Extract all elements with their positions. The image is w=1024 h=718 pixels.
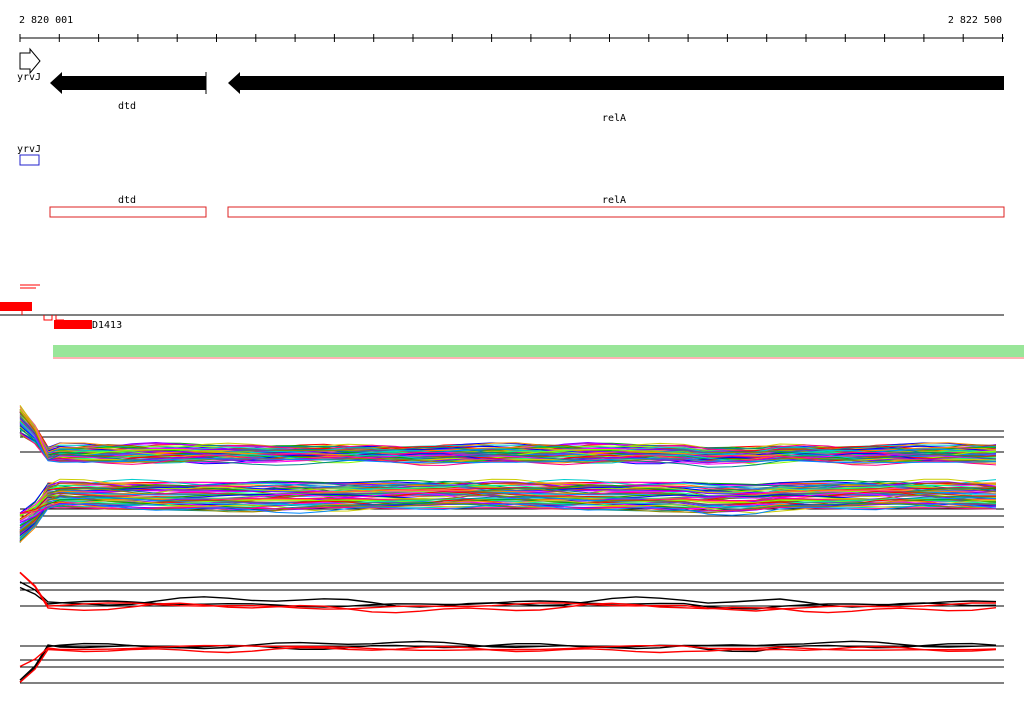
genome-browser-view: 2 820 001 2 822 500 yrvJ dtd relA yrvJ d… xyxy=(0,0,1024,714)
expression-plot-upper xyxy=(19,405,1004,468)
green-line-bundle xyxy=(53,345,1024,359)
annotation-box-dtd[interactable] xyxy=(49,206,207,218)
profile-plot-lower xyxy=(19,640,1004,684)
coordinate-ruler: 2 820 001 2 822 500 xyxy=(19,15,1004,42)
profile-plot-upper xyxy=(19,571,1004,614)
annotation-box-relA[interactable] xyxy=(227,206,1005,218)
series-line xyxy=(19,645,997,683)
gene-arrow-dtd[interactable] xyxy=(50,72,206,94)
annotation-track: yrvJ dtd relA xyxy=(17,144,1005,218)
gene-arrow-yrvJ[interactable] xyxy=(19,47,41,75)
annotation-label-relA: relA xyxy=(602,195,626,206)
gene-label-dtd: dtd xyxy=(118,101,136,112)
feature-block-D1413[interactable] xyxy=(54,320,92,329)
annotation-label-dtd: dtd xyxy=(118,195,136,206)
ruler-end-label: 2 822 500 xyxy=(948,15,1002,26)
annotation-label-yrvJ: yrvJ xyxy=(17,144,41,155)
gene-arrow-relA[interactable] xyxy=(228,72,1004,94)
gene-label-relA: relA xyxy=(602,113,626,124)
feature-step xyxy=(43,315,64,321)
gene-label-yrvJ: yrvJ xyxy=(17,72,41,83)
feature-label-D1413: D1413 xyxy=(92,320,122,331)
feature-track: D1413 xyxy=(0,284,1024,359)
expression-plot-lower xyxy=(19,478,1004,543)
annotation-box-yrvJ[interactable] xyxy=(19,154,40,166)
gene-track: yrvJ dtd relA xyxy=(17,47,1004,124)
series-line xyxy=(19,571,996,612)
ruler-start-label: 2 820 001 xyxy=(19,15,73,26)
